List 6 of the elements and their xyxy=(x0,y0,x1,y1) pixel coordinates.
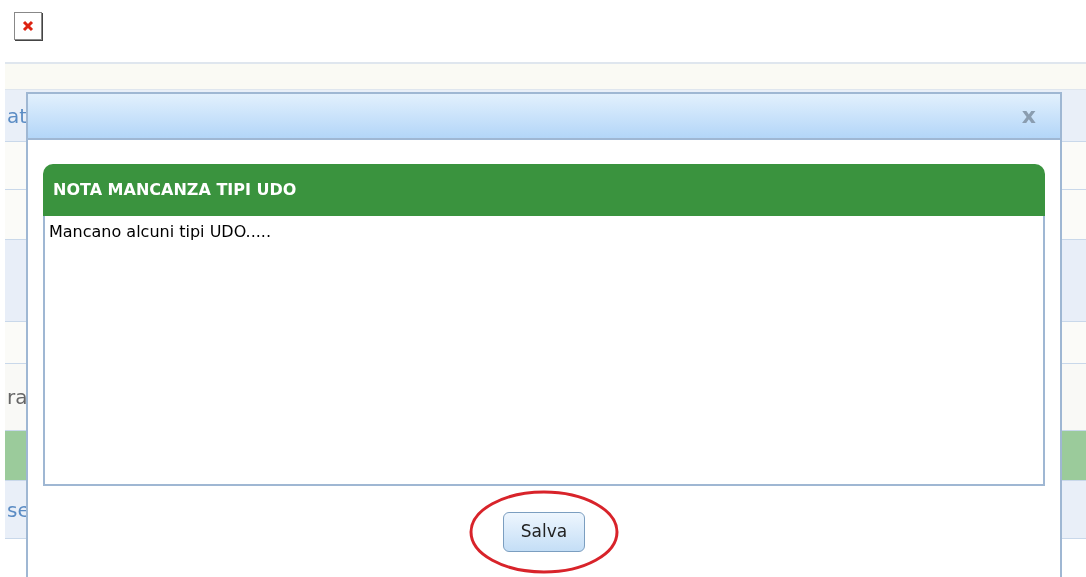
save-button[interactable]: Salva xyxy=(503,512,585,552)
background-text: ra xyxy=(6,384,28,411)
note-field[interactable]: Mancano alcuni tipi UDO..... xyxy=(43,216,1045,486)
background-text: at xyxy=(6,102,28,130)
section-title: NOTA MANCANZA TIPI UDO xyxy=(53,179,297,201)
broken-image-icon xyxy=(14,12,42,40)
